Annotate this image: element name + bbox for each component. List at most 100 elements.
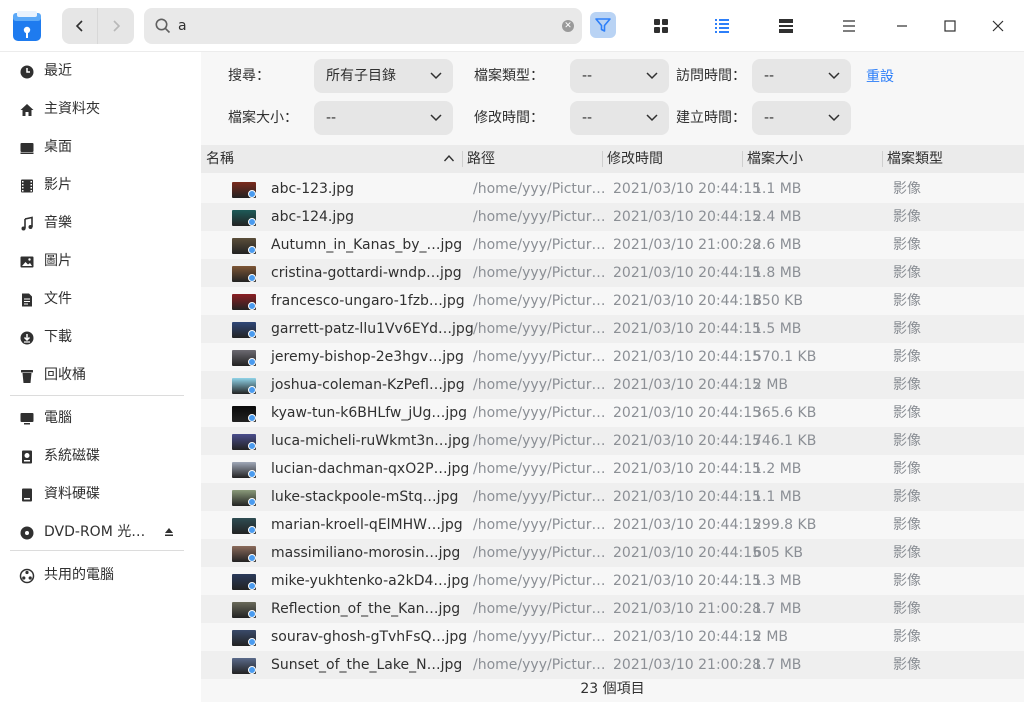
file-path: /home/yyy/Pictur… — [473, 573, 606, 589]
search-scope-select[interactable]: 所有子目錄 — [314, 59, 453, 93]
eject-icon[interactable] — [164, 527, 174, 537]
file-modified-time: 2021/03/10 21:00:28 — [613, 237, 762, 253]
file-modified-time: 2021/03/10 20:44:15 — [613, 461, 762, 477]
table-row[interactable]: Sunset_of_the_Lake_N…jpg/home/yyy/Pictur… — [201, 651, 1024, 679]
column-divider[interactable] — [602, 151, 603, 167]
table-row[interactable]: francesco-ungaro-1fzb…jpg/home/yyy/Pictu… — [201, 287, 1024, 315]
sidebar-item-pictures[interactable]: 圖片 — [0, 243, 200, 279]
file-modified-time: 2021/03/10 20:44:15 — [613, 545, 762, 561]
file-type: 影像 — [893, 629, 921, 645]
reset-link[interactable]: 重設 — [866, 66, 894, 86]
detail-view-button[interactable] — [775, 15, 797, 37]
download-icon — [20, 331, 34, 345]
sidebar-item-trash[interactable]: 回收桶 — [0, 357, 200, 393]
forward-button[interactable] — [98, 8, 134, 44]
sidebar-item-home[interactable]: 主資料夾 — [0, 91, 200, 127]
minimize-button[interactable] — [891, 15, 913, 37]
back-button[interactable] — [62, 8, 98, 44]
sidebar-item-label: 系統磁碟 — [44, 448, 100, 464]
create-time-value: -- — [764, 110, 775, 126]
file-type: 影像 — [893, 349, 921, 365]
sidebar-item-recent[interactable]: 最近 — [0, 53, 200, 89]
table-row[interactable]: Autumn_in_Kanas_by_…jpg/home/yyy/Pictur…… — [201, 231, 1024, 259]
sidebar: 最近 主資料夾 桌面 影片 音樂 圖片 文件 下載 回收桶 電腦 系統磁碟 資料… — [0, 52, 200, 702]
sidebar-item-network[interactable]: 共用的電腦 — [0, 557, 200, 593]
file-size: 1.1 MB — [753, 181, 802, 197]
column-divider[interactable] — [742, 151, 743, 167]
table-row[interactable]: Reflection_of_the_Kan…jpg/home/yyy/Pictu… — [201, 595, 1024, 623]
file-type: 影像 — [893, 657, 921, 673]
advanced-filter-panel: 搜尋： 所有子目錄 檔案類型： -- 訪問時間： -- 重設 檔案大小： -- … — [201, 52, 1024, 144]
link-badge-icon — [248, 442, 256, 450]
sidebar-item-data-disk[interactable]: 資料硬碟 — [0, 476, 200, 512]
table-row[interactable]: abc-124.jpg/home/yyy/Pictur… 2021/03/10 2… — [201, 203, 1024, 231]
sidebar-item-label: 下載 — [44, 329, 72, 345]
table-row[interactable]: cristina-gottardi-wndp…jpg/home/yyy/Pict… — [201, 259, 1024, 287]
trash-icon — [21, 370, 33, 383]
table-row[interactable]: abc-123.jpg/home/yyy/Pictur… 2021/03/10 2… — [201, 175, 1024, 203]
file-name: jeremy-bishop-2e3hgv…jpg — [271, 349, 464, 365]
computer-icon — [20, 413, 34, 425]
file-path: /home/yyy/Pictur… — [473, 489, 606, 505]
table-row[interactable]: sourav-ghosh-gTvhFsQ…jpg/home/yyy/Pictur… — [201, 623, 1024, 651]
image-thumbnail-icon — [232, 406, 256, 422]
file-size: 1.7 MB — [753, 657, 802, 673]
navigation-group — [62, 8, 134, 44]
file-path: /home/yyy/Pictur… — [473, 433, 606, 449]
create-time-select[interactable]: -- — [752, 101, 851, 135]
file-size: 746.1 KB — [753, 433, 817, 449]
column-header-size[interactable]: 檔案大小 — [747, 145, 803, 173]
modify-time-select[interactable]: -- — [570, 101, 669, 135]
table-row[interactable]: massimiliano-morosin…jpg/home/yyy/Pictur… — [201, 539, 1024, 567]
filter-icon — [595, 18, 611, 32]
list-view-button[interactable] — [711, 15, 733, 37]
file-type: 影像 — [893, 293, 921, 309]
sort-ascending-icon[interactable] — [443, 153, 455, 163]
link-badge-icon — [248, 386, 256, 394]
table-row[interactable]: kyaw-tun-k6BHLfw_jUg…jpg/home/yyy/Pictur… — [201, 399, 1024, 427]
file-modified-time: 2021/03/10 21:00:28 — [613, 657, 762, 673]
document-icon — [22, 293, 32, 307]
table-row[interactable]: marian-kroell-qElMHW…jpg/home/yyy/Pictur… — [201, 511, 1024, 539]
clear-search-icon[interactable]: ✕ — [562, 20, 574, 32]
column-header-name[interactable]: 名稱 — [206, 145, 234, 173]
table-row[interactable]: luca-micheli-ruWkmt3n…jpg/home/yyy/Pictu… — [201, 427, 1024, 455]
file-path: /home/yyy/Pictur… — [473, 321, 606, 337]
table-row[interactable]: luke-stackpoole-mStq…jpg/home/yyy/Pictur… — [201, 483, 1024, 511]
sidebar-item-desktop[interactable]: 桌面 — [0, 129, 200, 165]
table-row[interactable]: joshua-coleman-KzPefl…jpg/home/yyy/Pictu… — [201, 371, 1024, 399]
sidebar-item-downloads[interactable]: 下載 — [0, 319, 200, 355]
image-thumbnail-icon — [232, 266, 256, 282]
access-time-select[interactable]: -- — [752, 59, 851, 93]
status-bar-item-count: 23 個項目 — [580, 681, 645, 697]
table-row[interactable]: jeremy-bishop-2e3hgv…jpg/home/yyy/Pictur… — [201, 343, 1024, 371]
sidebar-item-dvd[interactable]: DVD-ROM 光… — [0, 514, 200, 550]
column-header-path[interactable]: 路徑 — [467, 145, 495, 173]
icon-view-button[interactable] — [650, 15, 672, 37]
file-size-select[interactable]: -- — [314, 101, 453, 135]
search-input[interactable]: a ✕ — [144, 8, 582, 44]
sidebar-item-music[interactable]: 音樂 — [0, 205, 200, 241]
link-badge-icon — [248, 470, 256, 478]
filter-button[interactable] — [590, 12, 616, 38]
column-divider[interactable] — [462, 151, 463, 167]
table-row[interactable]: lucian-dachman-qxO2P…jpg/home/yyy/Pictur… — [201, 455, 1024, 483]
close-button[interactable] — [987, 15, 1009, 37]
column-divider[interactable] — [882, 151, 883, 167]
dvd-icon — [20, 526, 34, 540]
sidebar-item-videos[interactable]: 影片 — [0, 167, 200, 203]
link-badge-icon — [248, 582, 256, 590]
file-type-select[interactable]: -- — [570, 59, 669, 93]
sidebar-item-system-disk[interactable]: 系統磁碟 — [0, 438, 200, 474]
maximize-button[interactable] — [939, 15, 961, 37]
modify-time-value: -- — [582, 110, 593, 126]
sidebar-item-computer[interactable]: 電腦 — [0, 400, 200, 436]
sidebar-item-documents[interactable]: 文件 — [0, 281, 200, 317]
file-modified-time: 2021/03/10 20:44:15 — [613, 181, 762, 197]
table-row[interactable]: mike-yukhtenko-a2kD4…jpg/home/yyy/Pictur… — [201, 567, 1024, 595]
file-name: lucian-dachman-qxO2P…jpg — [271, 461, 470, 477]
menu-button[interactable] — [838, 15, 860, 37]
table-row[interactable]: garrett-patz-llu1Vv6EYd…jpg/home/yyy/Pic… — [201, 315, 1024, 343]
column-header-type[interactable]: 檔案類型 — [887, 145, 943, 173]
column-header-modified[interactable]: 修改時間 — [607, 145, 663, 173]
